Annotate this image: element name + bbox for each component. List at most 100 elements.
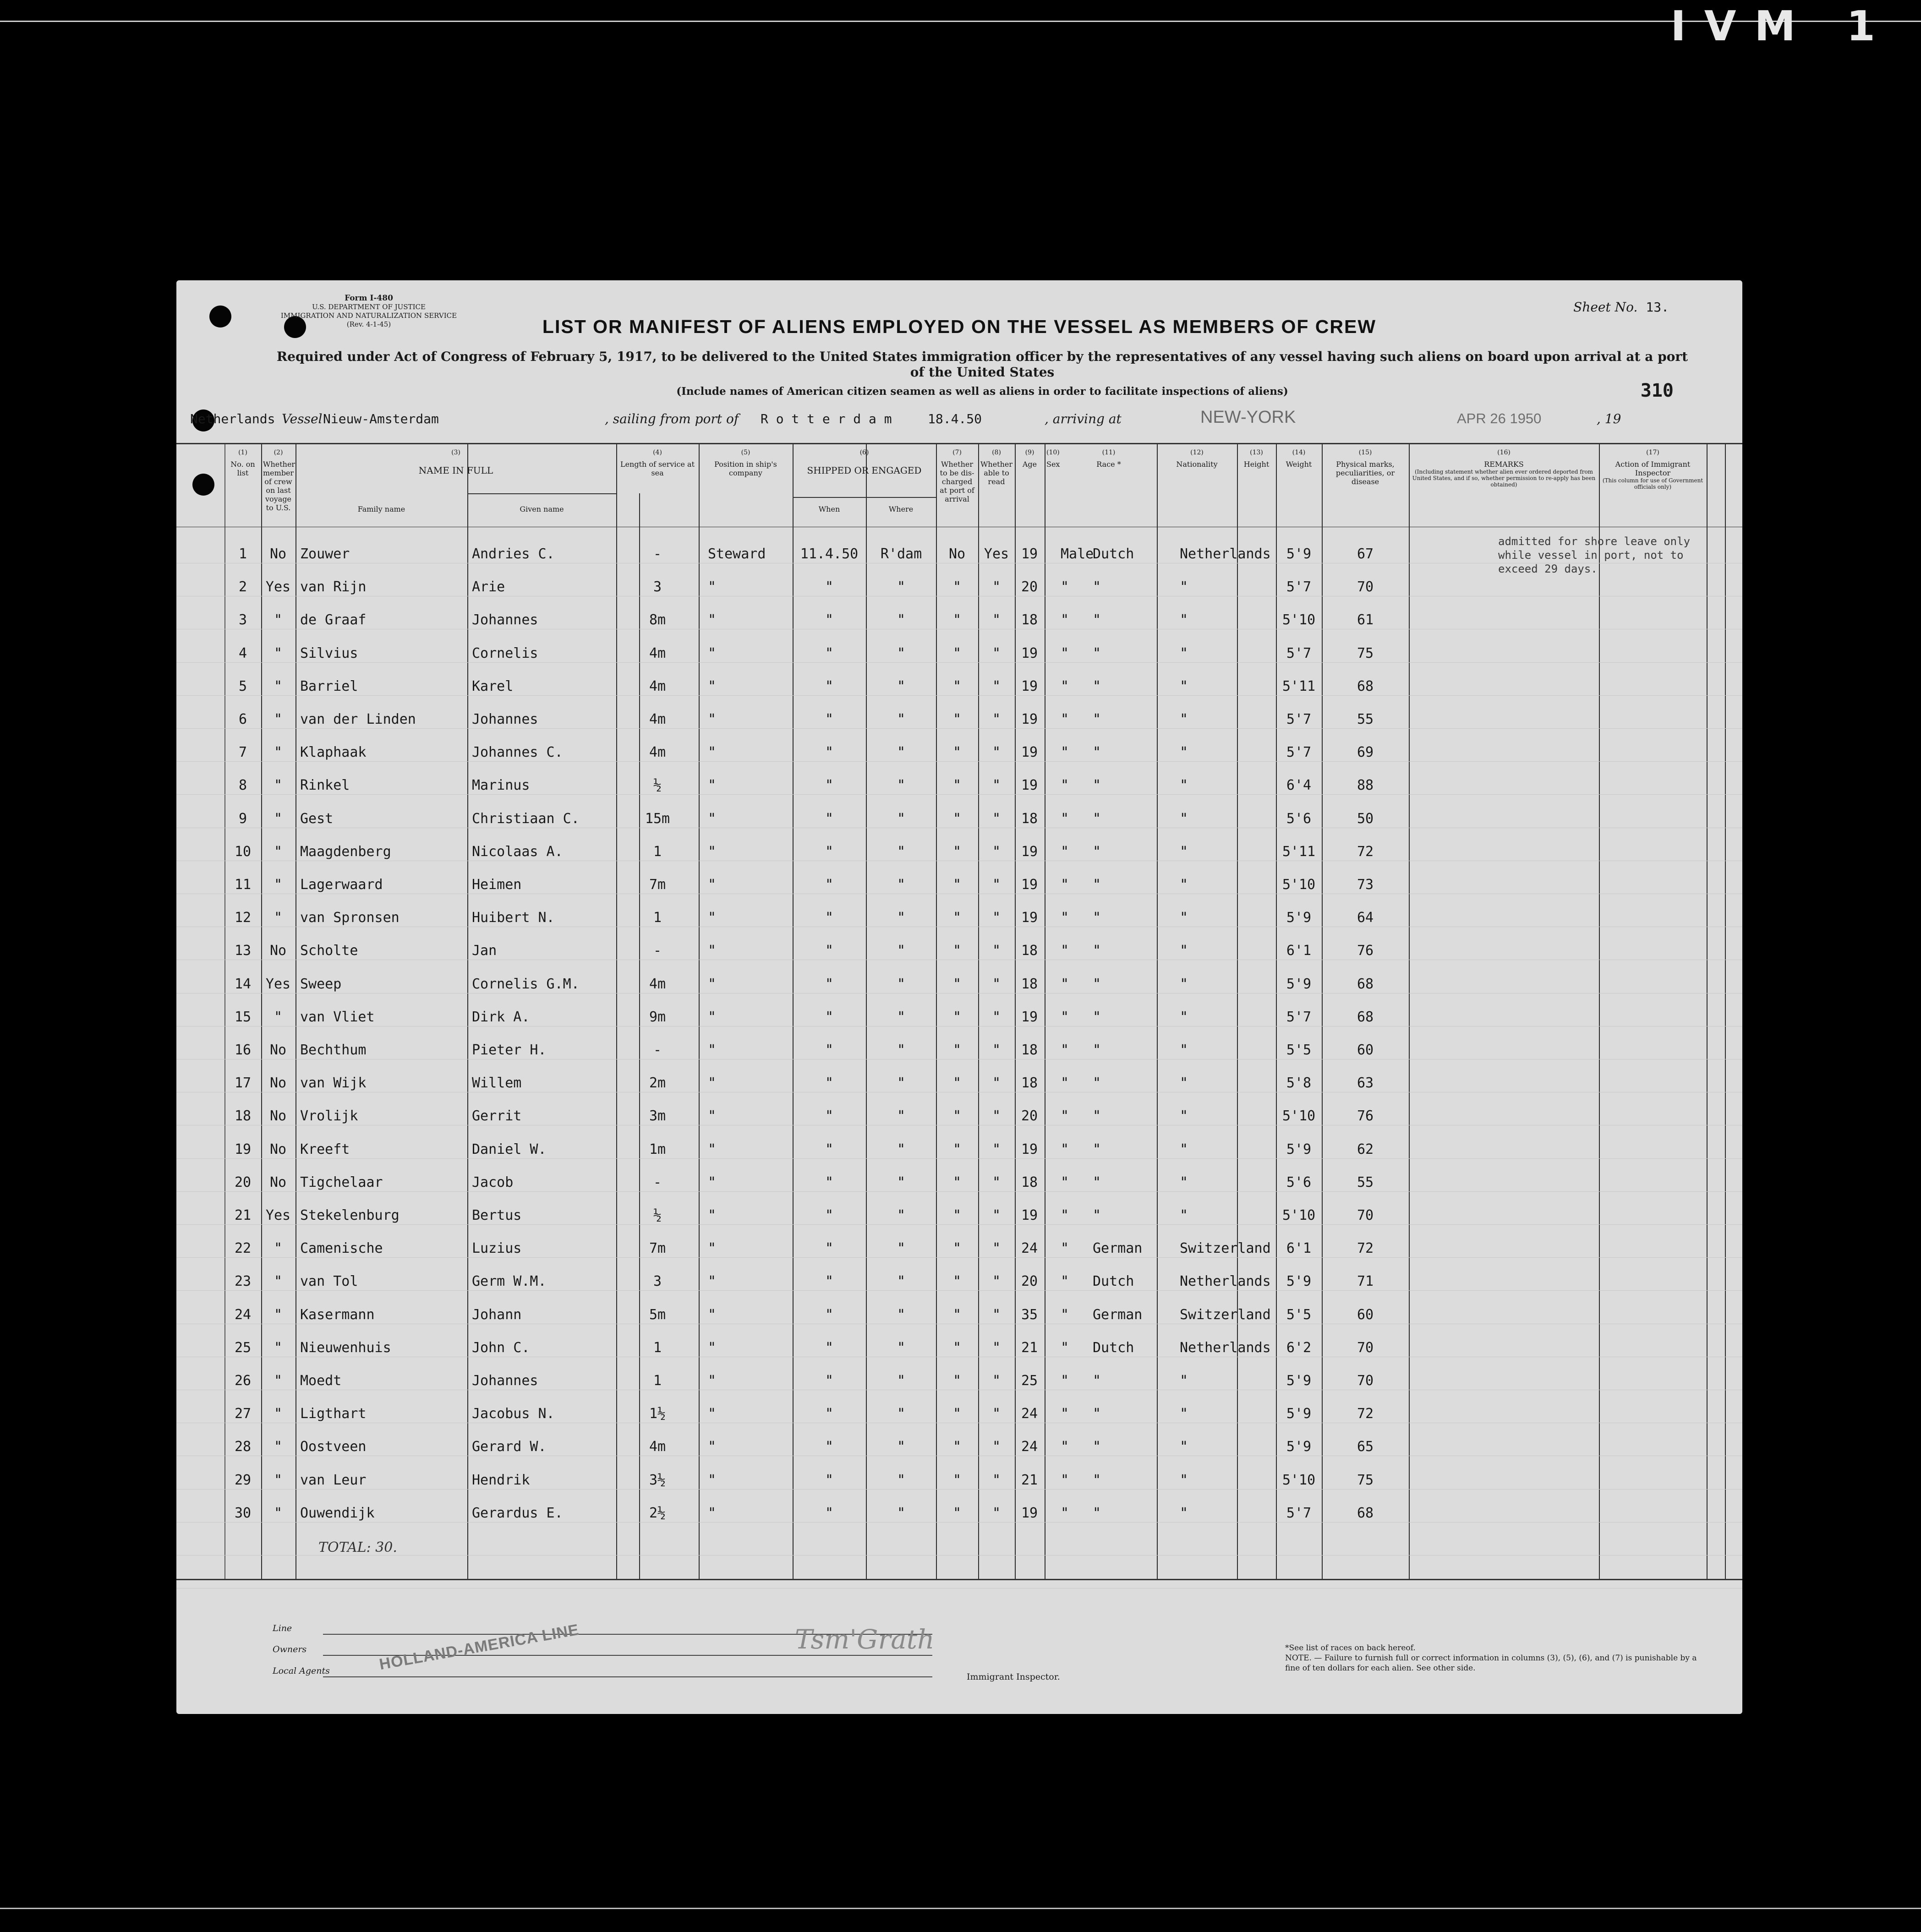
table-row-shipped-when: "	[825, 843, 834, 860]
departure-date: 18.4.50	[928, 411, 982, 426]
table-row-height: 5'7	[1286, 579, 1312, 595]
table-row-family-name: van der Linden	[300, 711, 416, 727]
table-row-able-to-read: "	[992, 612, 1001, 628]
table-row-given-name: Willem	[472, 1075, 522, 1092]
table-row-race: "	[1093, 910, 1101, 926]
table-row-nationality: "	[1180, 1174, 1188, 1190]
ruled-line	[176, 1224, 1742, 1225]
table-row-height: 5'10	[1282, 877, 1316, 893]
table-row-previous-voyage: No	[269, 943, 287, 959]
table-row-discharge: "	[952, 1174, 962, 1190]
column-rule	[936, 443, 937, 1579]
ruled-line	[176, 1522, 1742, 1523]
table-row-weight: 69	[1357, 744, 1374, 761]
table-row-previous-voyage: "	[274, 1373, 283, 1389]
table-row-sex: "	[1061, 1240, 1069, 1257]
table-row-shipped-when: "	[825, 1472, 834, 1488]
table-row-able-to-read: "	[992, 910, 1001, 926]
table-row-shipped-where: "	[897, 1108, 906, 1124]
table-row-previous-voyage: "	[274, 678, 283, 694]
table-row-previous-voyage: "	[274, 1339, 283, 1356]
table-row-nationality: "	[1180, 810, 1188, 827]
header-c10: (10) Sex	[1046, 449, 1060, 469]
table-row-shipped-where: "	[897, 910, 906, 926]
table-row-position: "	[708, 1141, 717, 1157]
ruled-line	[176, 662, 1742, 663]
table-row-shipped-when: "	[825, 1339, 834, 1356]
table-row-discharge: "	[952, 877, 962, 893]
table-row-nationality: Netherlands	[1180, 1339, 1271, 1356]
table-row-shipped-where: "	[897, 579, 906, 595]
table-row-race: "	[1093, 1075, 1101, 1092]
header-c9: (9) Age	[1022, 449, 1037, 469]
table-row-sex: "	[1061, 1339, 1069, 1356]
ruled-line	[176, 1257, 1742, 1258]
table-row-race: "	[1093, 744, 1101, 761]
table-row-race: "	[1093, 843, 1101, 860]
table-row-given-name: Gerardus E.	[472, 1505, 563, 1521]
table-row-weight: 55	[1357, 711, 1374, 727]
table-row-previous-voyage: Yes	[265, 976, 291, 992]
table-row-weight: 50	[1357, 810, 1374, 827]
table-row-position: "	[708, 1174, 717, 1190]
table-row-position: "	[708, 1042, 717, 1058]
table-row-service-length: 7m	[649, 877, 666, 893]
table-row-able-to-read: "	[992, 645, 1001, 661]
table-row-height: 5'7	[1286, 1009, 1312, 1025]
table-row-height: 5'7	[1286, 1505, 1312, 1521]
table-row-sex: "	[1061, 1406, 1069, 1422]
table-row-row-number: 28	[234, 1439, 252, 1455]
film-border-bottom	[0, 1908, 1921, 1909]
table-row-family-name: Ouwendijk	[300, 1505, 375, 1521]
table-row-race: Dutch	[1093, 1339, 1134, 1356]
table-row-age: 20	[1021, 1108, 1038, 1124]
column-rule	[1276, 443, 1277, 1579]
table-row-nationality: Netherlands	[1180, 1273, 1271, 1290]
table-row-row-number: 7	[238, 744, 247, 761]
table-row-position: "	[708, 843, 717, 860]
table-row-shipped-where: "	[897, 744, 906, 761]
inspector-label: Immigrant Inspector.	[967, 1672, 1060, 1682]
table-rule	[176, 443, 1742, 444]
table-row-family-name: Ligthart	[300, 1406, 367, 1422]
sheet-number: Sheet No. 13.	[1573, 300, 1669, 315]
table-row-age: 19	[1021, 678, 1038, 694]
table-row-given-name: Gerard W.	[472, 1439, 547, 1455]
table-row-row-number: 17	[234, 1075, 252, 1092]
table-row-shipped-when: "	[825, 1306, 834, 1323]
table-row-height: 5'6	[1286, 1174, 1312, 1190]
table-row-shipped-where: "	[897, 877, 906, 893]
table-row-family-name: van Spronsen	[300, 910, 400, 926]
table-row-service-length: ½	[653, 777, 662, 794]
table-row-discharge: "	[952, 711, 962, 727]
column-rule	[1237, 443, 1238, 1579]
table-row-previous-voyage: "	[274, 1406, 283, 1422]
table-row-shipped-when: "	[825, 645, 834, 661]
table-row-given-name: Heimen	[472, 877, 522, 893]
subheader-c6b: Where	[888, 505, 914, 513]
table-row-family-name: Oostveen	[300, 1439, 367, 1455]
table-row-height: 5'7	[1286, 711, 1312, 727]
table-row-weight: 55	[1357, 1174, 1374, 1190]
table-row-shipped-when: "	[825, 1075, 834, 1092]
manifest-sheet: Form I-480 U.S. DEPARTMENT OF JUSTICE IM…	[176, 280, 1742, 1714]
table-row-able-to-read: "	[992, 1009, 1001, 1025]
table-row-race: "	[1093, 1439, 1101, 1455]
table-row-race: "	[1093, 1141, 1101, 1157]
table-row-weight: 68	[1357, 976, 1374, 992]
table-row-weight: 72	[1357, 843, 1374, 860]
table-row-position: "	[708, 943, 717, 959]
table-row-service-length: 4m	[649, 645, 666, 661]
table-row-given-name: Germ W.M.	[472, 1273, 547, 1290]
table-row-nationality: "	[1180, 1075, 1188, 1092]
table-row-height: 5'9	[1286, 976, 1312, 992]
table-row-weight: 76	[1357, 1108, 1374, 1124]
table-row-sex: "	[1061, 678, 1069, 694]
table-row-race: German	[1093, 1306, 1143, 1323]
owners-label: Owners	[273, 1644, 307, 1654]
subheader-c6a: When	[818, 505, 840, 513]
table-row-able-to-read: "	[992, 1240, 1001, 1257]
table-row-age: 21	[1021, 1472, 1038, 1488]
table-row-height: 5'9	[1286, 1373, 1312, 1389]
table-row-row-number: 19	[234, 1141, 252, 1157]
